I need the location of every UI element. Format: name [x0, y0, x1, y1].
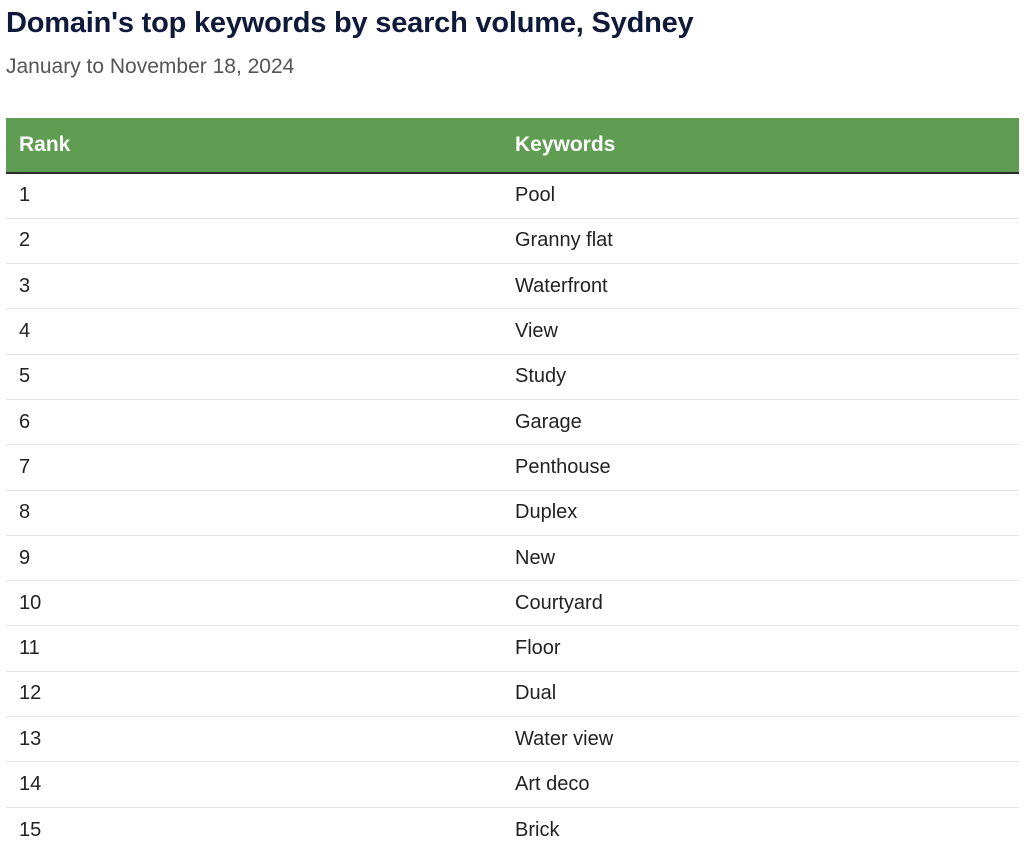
keyword-cell: Courtyard	[502, 580, 1019, 627]
table-row: 2 Granny flat	[6, 218, 1019, 265]
rank-cell: 11	[6, 625, 502, 672]
table-row: 5 Study	[6, 354, 1019, 400]
table-row: 7 Penthouse	[6, 444, 1019, 491]
keyword-cell: New	[502, 535, 1019, 582]
table-header-row: Rank Keywords	[6, 118, 1019, 174]
rank-cell: 7	[6, 444, 502, 491]
rank-cell: 5	[6, 354, 502, 400]
keywords-table: Rank Keywords 1 Pool 2 Granny flat 3 Waterfro…	[6, 118, 1019, 852]
table-row: 14 Art deco	[6, 761, 1019, 808]
column-header-rank[interactable]: Rank	[6, 118, 502, 174]
keyword-cell: Granny flat	[502, 218, 1019, 265]
column-header-keywords[interactable]: Keywords	[502, 118, 1019, 174]
rank-cell: 6	[6, 399, 502, 446]
chart-subtitle: January to November 18, 2024	[6, 55, 295, 78]
rank-cell: 8	[6, 490, 502, 536]
table-row: 9 New	[6, 535, 1019, 582]
table-row: 13 Water view	[6, 716, 1019, 763]
rank-cell: 10	[6, 580, 502, 627]
table-row: 12 Dual	[6, 671, 1019, 718]
rank-cell: 9	[6, 535, 502, 582]
keyword-cell: Study	[502, 354, 1019, 400]
table-row: 15 Brick	[6, 807, 1019, 852]
keyword-cell: Water view	[502, 716, 1019, 763]
rank-cell: 2	[6, 218, 502, 265]
rank-cell: 15	[19, 818, 42, 841]
table-body: 1 Pool 2 Granny flat 3 Waterfront 4 View 5 Study 6…	[6, 173, 1019, 852]
table-row: 8 Duplex	[6, 490, 1019, 536]
rank-cell: 4	[6, 308, 502, 355]
table-row: 4 View	[6, 308, 1019, 355]
rank-cell: 1	[6, 173, 502, 219]
keyword-cell: Art deco	[502, 761, 1019, 808]
rank-cell: 3	[6, 263, 502, 310]
keyword-cell: Penthouse	[502, 444, 1019, 491]
keyword-cell: View	[502, 308, 1019, 355]
table-row: 6 Garage	[6, 399, 1019, 446]
keyword-cell: Dual	[502, 671, 1019, 718]
keyword-cell: Garage	[502, 399, 1019, 446]
keyword-cell: Pool	[502, 173, 1019, 219]
rank-cell: 13	[6, 716, 502, 763]
rank-cell: 12	[6, 671, 502, 718]
table-row: 10 Courtyard	[6, 580, 1019, 627]
keyword-cell: Brick	[515, 818, 560, 841]
table-row: 11 Floor	[6, 625, 1019, 672]
rank-cell: 14	[6, 761, 502, 808]
table-row: 3 Waterfront	[6, 263, 1019, 310]
table-row: 1 Pool	[6, 173, 1019, 219]
keyword-cell: Duplex	[502, 490, 1019, 536]
keyword-cell: Waterfront	[502, 263, 1019, 310]
keyword-cell: Floor	[502, 625, 1019, 672]
chart-title: Domain's top keywords by search volume, …	[6, 7, 694, 39]
